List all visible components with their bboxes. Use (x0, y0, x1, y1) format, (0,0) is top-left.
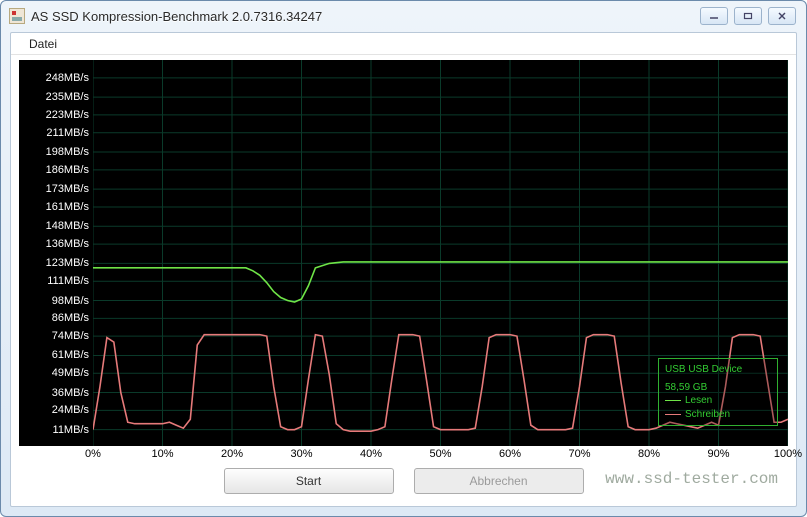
y-tick-label: 111MB/s (47, 275, 89, 287)
legend-box: USB USB Device 58,59 GB Lesen Schreiben (658, 358, 778, 426)
x-tick-label: 90% (707, 448, 729, 460)
content-pane: Datei 11MB/s 24MB/s 36MB/s 49MB/s 61MB/s 74MB… (10, 32, 797, 507)
legend-write-line (665, 414, 681, 415)
y-tick-label: 61MB/s (52, 349, 89, 361)
y-tick-label: 186MB/s (46, 164, 89, 176)
y-tick-label: 74MB/s (52, 330, 89, 342)
app-icon (9, 8, 25, 24)
minimize-button[interactable] (700, 7, 728, 25)
x-tick-label: 50% (429, 448, 451, 460)
y-tick-label: 235MB/s (46, 91, 89, 103)
maximize-button[interactable] (734, 7, 762, 25)
window-title: AS SSD Kompression-Benchmark 2.0.7316.34… (31, 9, 700, 24)
abort-button[interactable]: Abbrechen (414, 468, 584, 494)
titlebar: AS SSD Kompression-Benchmark 2.0.7316.34… (1, 1, 806, 31)
y-tick-label: 36MB/s (52, 387, 89, 399)
y-tick-label: 24MB/s (52, 404, 89, 416)
menu-file[interactable]: Datei (21, 35, 65, 53)
y-tick-label: 98MB/s (52, 295, 89, 307)
x-tick-label: 60% (499, 448, 521, 460)
x-tick-label: 70% (568, 448, 590, 460)
legend-write-label: Schreiben (685, 408, 730, 422)
x-tick-label: 20% (221, 448, 243, 460)
x-tick-label: 80% (638, 448, 660, 460)
chart-area: 11MB/s 24MB/s 36MB/s 49MB/s 61MB/s 74MB/s 86MB… (11, 56, 796, 464)
legend-read: Lesen (665, 394, 771, 408)
x-tick-label: 30% (290, 448, 312, 460)
button-row: Start Abbrechen (11, 468, 796, 498)
legend-capacity: 58,59 GB (665, 381, 771, 395)
x-tick-label: 40% (360, 448, 382, 460)
x-tick-label: 10% (151, 448, 173, 460)
y-tick-label: 49MB/s (52, 367, 89, 379)
close-button[interactable] (768, 7, 796, 25)
menubar: Datei (11, 33, 796, 55)
y-axis-labels: 11MB/s 24MB/s 36MB/s 49MB/s 61MB/s 74MB/s 86MB… (19, 60, 93, 446)
x-tick-label: 100% (774, 448, 802, 460)
y-tick-label: 248MB/s (46, 72, 89, 84)
x-axis-labels: 0%10%20%30%40%50%60%70%80%90%100% (93, 448, 788, 462)
window-controls (700, 7, 796, 25)
legend-read-line (665, 400, 681, 401)
y-tick-label: 11MB/s (53, 424, 89, 436)
y-tick-label: 211MB/s (46, 127, 89, 139)
start-button[interactable]: Start (224, 468, 394, 494)
y-tick-label: 198MB/s (46, 146, 89, 158)
y-tick-label: 86MB/s (52, 312, 89, 324)
legend-write: Schreiben (665, 408, 771, 422)
legend-read-label: Lesen (685, 394, 712, 408)
x-tick-label: 0% (85, 448, 101, 460)
y-tick-label: 136MB/s (46, 238, 89, 250)
y-tick-label: 148MB/s (46, 220, 89, 232)
y-tick-label: 123MB/s (46, 257, 89, 269)
app-window: AS SSD Kompression-Benchmark 2.0.7316.34… (0, 0, 807, 517)
plot-area: USB USB Device 58,59 GB Lesen Schreiben (93, 60, 788, 446)
y-tick-label: 173MB/s (46, 183, 89, 195)
y-tick-label: 223MB/s (46, 109, 89, 121)
legend-device: USB USB Device (665, 363, 771, 377)
y-tick-label: 161MB/s (46, 201, 89, 213)
